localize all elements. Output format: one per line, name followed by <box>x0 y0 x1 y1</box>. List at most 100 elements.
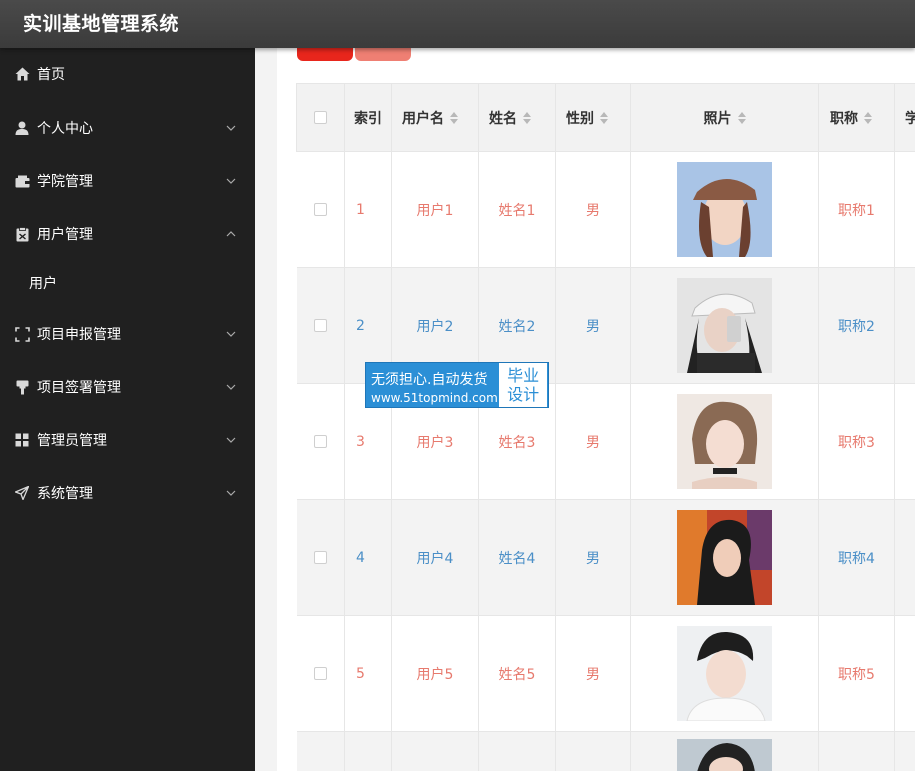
table-row[interactable] <box>297 732 915 771</box>
col-more[interactable]: 学 <box>895 84 915 151</box>
sidebar-subitem-label: 用户 <box>29 276 57 292</box>
sidebar: 首页 个人中心 学院管理 用户管理 用户 项目申报管理 项目签署管理 管理员管理… <box>0 48 255 771</box>
user-photo[interactable] <box>677 278 772 373</box>
row-checkbox[interactable] <box>314 667 327 680</box>
clipboard-icon <box>14 226 30 242</box>
sidebar-item-profile[interactable]: 个人中心 <box>0 108 255 148</box>
user-photo[interactable] <box>677 394 772 489</box>
sidebar-item-label: 用户管理 <box>37 227 93 243</box>
select-all-cell <box>297 84 345 151</box>
col-gender[interactable]: 性别 <box>556 84 631 151</box>
cell-username: 用户5 <box>392 616 479 731</box>
cell-username: 用户4 <box>392 500 479 615</box>
sort-icon[interactable] <box>600 111 608 124</box>
watermark-line2: www.51topmind.com <box>371 391 498 405</box>
scan-icon <box>14 326 30 342</box>
cell-name: 姓名4 <box>479 500 556 615</box>
grid-icon <box>14 432 30 448</box>
sidebar-item-project-signing[interactable]: 项目签署管理 <box>0 367 255 407</box>
sort-icon[interactable] <box>864 111 872 124</box>
main-content: 索引 用户名 姓名 性别 照片 职称 学 1 用户1 姓名1 男 职称1 2 用… <box>255 48 915 771</box>
cell-title: 职称4 <box>819 500 895 615</box>
home-icon <box>14 66 30 82</box>
table-row[interactable]: 5 用户5 姓名5 男 职称5 <box>297 616 915 732</box>
col-username[interactable]: 用户名 <box>392 84 479 151</box>
watermark-right1: 毕业 <box>507 366 540 385</box>
sidebar-item-label: 项目申报管理 <box>37 327 121 343</box>
send-icon <box>14 485 30 501</box>
user-photo[interactable] <box>677 510 772 605</box>
cell-name: 姓名1 <box>479 152 556 267</box>
sidebar-item-admin[interactable]: 管理员管理 <box>0 420 255 460</box>
table-header: 索引 用户名 姓名 性别 照片 职称 学 <box>297 83 915 152</box>
user-photo[interactable] <box>677 739 772 771</box>
chevron-up-icon <box>226 231 236 237</box>
stamp-icon <box>14 379 30 395</box>
col-title-label: 职称 <box>830 110 858 127</box>
cell-gender: 男 <box>556 268 631 383</box>
user-photo[interactable] <box>677 626 772 721</box>
col-more-label: 学 <box>905 110 915 127</box>
cell-index: 1 <box>345 152 392 267</box>
col-title[interactable]: 职称 <box>819 84 895 151</box>
cell-index: 4 <box>345 500 392 615</box>
cell-title: 职称1 <box>819 152 895 267</box>
sidebar-subitem-user[interactable]: 用户 <box>0 263 255 303</box>
primary-action-button[interactable] <box>297 48 353 61</box>
chevron-down-icon <box>226 437 236 443</box>
cell-username: 用户1 <box>392 152 479 267</box>
table-row[interactable]: 1 用户1 姓名1 男 职称1 <box>297 152 915 268</box>
sort-icon[interactable] <box>450 111 458 124</box>
cell-title: 职称2 <box>819 268 895 383</box>
cell-name: 姓名5 <box>479 616 556 731</box>
chevron-down-icon <box>226 384 236 390</box>
col-index-label: 索引 <box>354 110 382 127</box>
row-checkbox[interactable] <box>314 551 327 564</box>
top-bar: 实训基地管理系统 <box>0 0 915 48</box>
cell-title: 职称5 <box>819 616 895 731</box>
users-table: 索引 用户名 姓名 性别 照片 职称 学 1 用户1 姓名1 男 职称1 2 用… <box>296 83 915 771</box>
col-name[interactable]: 姓名 <box>479 84 556 151</box>
sidebar-item-home[interactable]: 首页 <box>0 54 255 94</box>
sidebar-item-label: 个人中心 <box>37 121 93 137</box>
cell-index: 5 <box>345 616 392 731</box>
chevron-down-icon <box>226 331 236 337</box>
app-title: 实训基地管理系统 <box>23 13 180 35</box>
watermark-right2: 设计 <box>507 385 540 404</box>
cell-title: 职称3 <box>819 384 895 499</box>
sidebar-item-project-application[interactable]: 项目申报管理 <box>0 314 255 354</box>
sidebar-item-label: 首页 <box>37 67 65 83</box>
chevron-down-icon <box>226 178 236 184</box>
select-all-checkbox[interactable] <box>314 111 327 124</box>
chevron-down-icon <box>226 125 236 131</box>
cell-gender: 男 <box>556 384 631 499</box>
cell-gender: 男 <box>556 500 631 615</box>
watermark-line1: 无须担心.自动发货 <box>371 372 488 388</box>
user-photo[interactable] <box>677 162 772 257</box>
watermark-badge: 无须担心.自动发货 www.51topmind.com 毕业 设计 <box>365 362 549 408</box>
sidebar-item-label: 管理员管理 <box>37 433 107 449</box>
sidebar-item-system[interactable]: 系统管理 <box>0 473 255 513</box>
row-checkbox[interactable] <box>314 203 327 216</box>
sidebar-item-label: 系统管理 <box>37 486 93 502</box>
col-photo[interactable]: 照片 <box>631 84 819 151</box>
wallet-icon <box>14 173 30 189</box>
delete-button[interactable] <box>355 48 411 61</box>
col-index[interactable]: 索引 <box>345 84 392 151</box>
col-username-label: 用户名 <box>402 110 444 127</box>
row-checkbox[interactable] <box>314 435 327 448</box>
sidebar-item-college[interactable]: 学院管理 <box>0 161 255 201</box>
row-checkbox[interactable] <box>314 319 327 332</box>
col-name-label: 姓名 <box>489 110 517 127</box>
sort-icon[interactable] <box>737 111 746 124</box>
table-row[interactable]: 4 用户4 姓名4 男 职称4 <box>297 500 915 616</box>
chevron-down-icon <box>226 490 236 496</box>
col-gender-label: 性别 <box>566 110 594 127</box>
sidebar-item-label: 学院管理 <box>37 174 93 190</box>
cell-gender: 男 <box>556 152 631 267</box>
sidebar-item-label: 项目签署管理 <box>37 380 121 396</box>
cell-gender: 男 <box>556 616 631 731</box>
sort-icon[interactable] <box>523 111 531 124</box>
col-photo-label: 照片 <box>703 110 732 127</box>
sidebar-item-users[interactable]: 用户管理 <box>0 214 255 254</box>
